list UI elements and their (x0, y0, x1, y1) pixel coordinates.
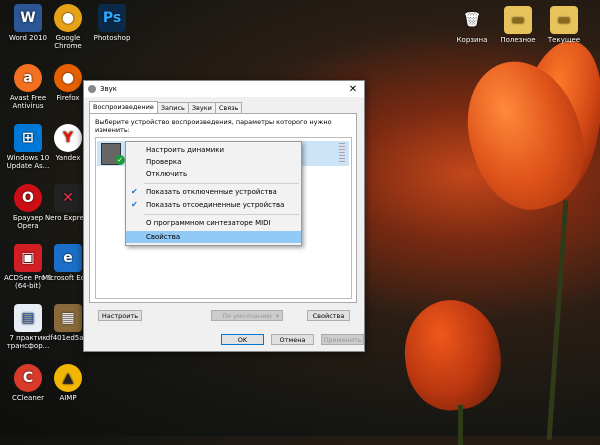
opera-icon: O (14, 184, 42, 212)
photoshop-icon: Ps (98, 4, 126, 32)
menu-item-label: Проверка (146, 158, 182, 166)
properties-button[interactable]: Свойства (307, 310, 350, 321)
firefox-icon: ● (54, 64, 82, 92)
set-default-label: По умолчанию (222, 312, 272, 320)
menu-item-properties[interactable]: Свойства (126, 231, 301, 243)
checkmark-icon: ✔ (131, 187, 138, 196)
menu-item-configure-speakers[interactable]: Настроить динамики (126, 144, 301, 156)
configure-button[interactable]: Настроить (98, 310, 142, 321)
menu-item-label: Отключить (146, 170, 188, 178)
desktop-icon-recycle-bin[interactable]: 🗑 Корзина (446, 6, 498, 44)
menu-item-disable[interactable]: Отключить (126, 168, 301, 180)
dialog-titlebar[interactable]: Звук ✕ (84, 81, 364, 97)
menu-separator (144, 214, 299, 215)
edge-icon: e (54, 244, 82, 272)
menu-item-label: Настроить динамики (146, 146, 225, 154)
document-icon: ▤ (14, 304, 42, 332)
menu-item-test[interactable]: Проверка (126, 156, 301, 168)
panel-description: Выберите устройство воспроизведения, пар… (95, 118, 332, 134)
desktop-icon-aimp[interactable]: ▲ AIMP (42, 364, 94, 402)
nero-icon: ✕ (54, 184, 82, 212)
menu-item-show-disabled[interactable]: ✔ Показать отключенные устройства (126, 186, 301, 198)
menu-item-midi-about[interactable]: О программном синтезаторе MIDI (126, 217, 301, 229)
default-device-check-icon: ✓ (115, 155, 125, 165)
icon-label: Полезное (500, 36, 536, 44)
menu-item-label: Показать отключенные устройства (146, 188, 277, 196)
windows-icon: ⊞ (14, 124, 42, 152)
menu-item-label: О программном синтезаторе MIDI (146, 219, 271, 227)
wallpaper-tulip (397, 293, 508, 417)
icon-label: Текущее (547, 36, 581, 44)
chrome-icon: ● (54, 4, 82, 32)
icon-label: Корзина (456, 36, 488, 44)
desktop-icon-folder-current[interactable]: ▬ Текущее (538, 6, 590, 44)
dialog-title: Звук (100, 85, 117, 93)
icon-label: AIMP (59, 394, 77, 402)
menu-separator (144, 183, 299, 184)
icon-label: Photoshop (93, 34, 131, 42)
volume-level-meter (339, 143, 345, 164)
device-context-menu: Настроить динамики Проверка Отключить ✔ П… (125, 141, 302, 246)
ok-button[interactable]: OK (221, 334, 264, 345)
folder-icon: ▬ (550, 6, 578, 34)
desktop-icon-photoshop[interactable]: Ps Photoshop (86, 4, 138, 42)
aimp-icon: ▲ (54, 364, 82, 392)
menu-item-label: Показать отсоединенные устройства (146, 201, 285, 209)
dialog-button-bar: OK Отмена Применить (98, 334, 364, 346)
checkmark-icon: ✔ (131, 200, 138, 209)
desktop-icon-folder-useful[interactable]: ▬ Полезное (492, 6, 544, 44)
avast-icon: a (14, 64, 42, 92)
cancel-button[interactable]: Отмена (271, 334, 314, 345)
recycle-bin-icon: 🗑 (463, 12, 481, 28)
chevron-down-icon: ▾ (275, 312, 279, 320)
apply-button[interactable]: Применить (321, 334, 364, 345)
speaker-icon (88, 85, 96, 93)
panel-button-bar: Настроить По умолчанию ▾ Свойства (98, 310, 350, 322)
word-icon: W (14, 4, 42, 32)
ccleaner-icon: C (14, 364, 42, 392)
close-button[interactable]: ✕ (342, 84, 364, 95)
wallpaper-stem (546, 200, 569, 440)
image-file-icon: ▦ (54, 304, 82, 332)
folder-icon: ▬ (504, 6, 532, 34)
acdsee-icon: ▣ (14, 244, 42, 272)
set-default-button[interactable]: По умолчанию ▾ (211, 310, 283, 321)
menu-item-label: Свойства (146, 233, 181, 241)
menu-item-show-disconnected[interactable]: ✔ Показать отсоединенные устройства (126, 199, 301, 211)
yandex-icon: Y (54, 124, 82, 152)
wallpaper-stem (458, 405, 463, 445)
